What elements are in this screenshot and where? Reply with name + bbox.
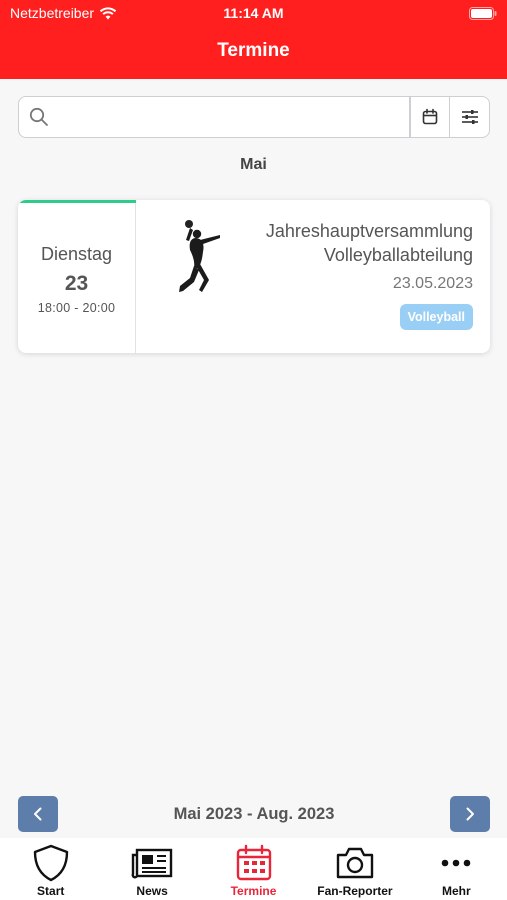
tab-label-mehr: Mehr [441, 884, 471, 898]
tab-termine[interactable]: Termine [203, 838, 304, 900]
tab-label-start: Start [37, 884, 65, 898]
event-date: 23.05.2023 [392, 275, 473, 292]
camera-icon [333, 844, 377, 882]
shield-icon [29, 844, 73, 882]
search-input[interactable] [57, 108, 377, 126]
date-range-navigation: Mai 2023 - Aug. 2023 [18, 796, 490, 832]
search-toolbar [18, 96, 490, 138]
volleyball-player-image [179, 220, 220, 292]
calendar-icon [422, 108, 438, 125]
event-title: Jahreshauptversammlung Volleyballabteilu… [265, 221, 473, 265]
sliders-icon [461, 110, 478, 124]
tab-news[interactable]: News [101, 838, 202, 900]
tab-mehr[interactable]: Mehr [406, 838, 507, 900]
date-range-label: Mai 2023 - Aug. 2023 [173, 805, 335, 823]
event-tag: Volleyball [399, 304, 473, 330]
page-title: Termine [217, 40, 290, 61]
calendar-icon [232, 844, 276, 882]
event-weekday: Dienstag [40, 244, 113, 264]
status-bar: Netzbetreiber 11:14 AM [10, 5, 497, 23]
tab-label-termine: Termine [230, 884, 277, 898]
tab-label-news: News [136, 884, 168, 898]
calendar-view-button[interactable] [410, 96, 450, 138]
battery-icon [469, 7, 497, 20]
chevron-right-icon [466, 807, 474, 821]
event-date-column: Dienstag 23 18:00 - 20:00 [18, 200, 136, 353]
tab-fan-reporter[interactable]: Fan-Reporter [304, 838, 405, 900]
filter-button[interactable] [450, 96, 490, 138]
event-time-range: 18:00 - 20:00 [37, 301, 116, 315]
card-accent-line [18, 200, 136, 203]
search-box[interactable] [18, 96, 410, 138]
event-card[interactable]: Dienstag 23 18:00 - 20:00 Jahreshauptver… [18, 200, 490, 353]
tab-start[interactable]: Start [0, 838, 101, 900]
month-heading: Mai [240, 156, 267, 173]
header-bar: Netzbetreiber 11:14 AM Termine [0, 0, 507, 79]
next-range-button[interactable] [450, 796, 490, 832]
status-time: 11:14 AM [223, 5, 284, 21]
bottom-tab-bar: Start News Termine Fan-Reporter Mehr [0, 838, 507, 900]
tab-label-fan-reporter: Fan-Reporter [317, 884, 393, 898]
search-icon [29, 107, 48, 126]
event-day: 23 [64, 272, 89, 295]
newspaper-icon [130, 844, 174, 882]
more-dots-icon [434, 844, 478, 882]
